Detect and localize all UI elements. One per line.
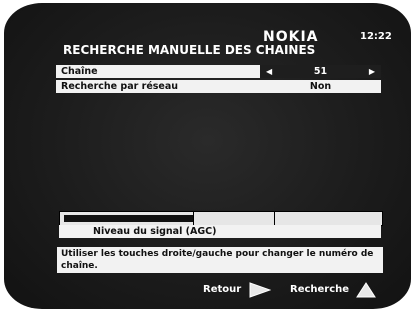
channel-selector[interactable]: ◀ 51 ▶ <box>260 65 381 78</box>
channel-value: 51 <box>313 66 328 77</box>
network-search-value: Non <box>309 81 332 92</box>
signal-meter <box>59 211 383 226</box>
signal-meter-fill <box>64 215 193 222</box>
right-arrow-icon[interactable]: ▶ <box>369 65 375 78</box>
help-text: Utiliser les touches droite/gauche pour … <box>57 247 383 273</box>
page-title: RECHERCHE MANUELLE DES CHAINES <box>63 43 316 57</box>
right-triangle-icon <box>249 282 271 298</box>
meter-divider <box>193 212 194 225</box>
channel-row[interactable]: Chaîne ◀ 51 ▶ <box>56 65 381 78</box>
channel-label: Chaîne <box>61 66 98 77</box>
search-button-label: Recherche <box>290 284 350 295</box>
up-triangle-icon <box>356 282 376 298</box>
network-search-selector[interactable]: Non <box>260 80 381 93</box>
meter-divider <box>274 212 275 225</box>
network-search-label: Recherche par réseau <box>61 81 179 92</box>
signal-label-box: Niveau du signal (AGC) <box>59 225 381 238</box>
back-button-label: Retour <box>203 284 242 295</box>
network-search-row[interactable]: Recherche par réseau Non <box>56 80 381 93</box>
clock: 12:22 <box>360 31 392 42</box>
signal-label: Niveau du signal (AGC) <box>93 226 217 237</box>
tv-screen: NOKIA 12:22 RECHERCHE MANUELLE DES CHAIN… <box>4 3 411 309</box>
